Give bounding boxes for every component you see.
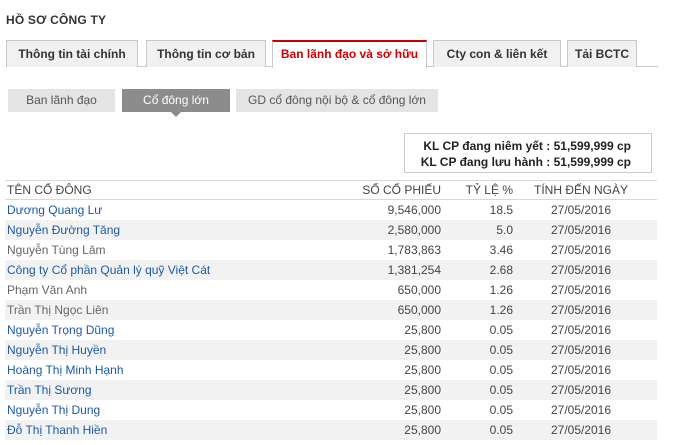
header-name: TÊN CỔ ĐÔNG <box>7 183 92 197</box>
tab-cty-con-lien-ket[interactable]: Cty con & liên kết <box>433 40 561 67</box>
share-summary-box: KL CP đang niêm yết : 51,599,999 cp KL C… <box>404 133 652 173</box>
shares-value: 1,783,863 <box>387 243 441 257</box>
shares-value: 2,580,000 <box>387 223 441 237</box>
date-value: 27/05/2016 <box>550 423 612 437</box>
subtab-co-dong-lon[interactable]: Cổ đông lớn <box>122 89 230 117</box>
table-row: Phạm Văn Anh 650,000 1.26 27/05/2016 <box>5 280 657 300</box>
pct-value: 18.5 <box>489 203 513 217</box>
table-row: Công ty Cổ phần Quản lý quỹ Việt Cát 1,38… <box>5 260 657 280</box>
shareholder-name: Trần Thị Ngọc Liên <box>7 303 109 317</box>
date-value: 27/05/2016 <box>550 343 612 357</box>
date-value: 27/05/2016 <box>550 363 612 377</box>
date-value: 27/05/2016 <box>550 403 612 417</box>
tab-ban-lanh-dao-va-so-huu[interactable]: Ban lãnh đạo và sở hữu <box>272 40 427 68</box>
date-value: 27/05/2016 <box>550 243 612 257</box>
shareholder-name[interactable]: Nguyễn Trọng Dũng <box>7 320 114 340</box>
pct-value: 0.05 <box>489 403 513 417</box>
table-row: Trần Thị Sương 25,800 0.05 27/05/2016 <box>5 380 657 400</box>
shareholder-name[interactable]: Công ty Cổ phần Quản lý quỹ Việt Cát <box>7 260 210 280</box>
shares-value: 25,800 <box>404 403 441 417</box>
table-row: Trần Thị Ngọc Liên 650,000 1.26 27/05/2016 <box>5 300 657 320</box>
shareholder-name[interactable]: Nguyễn Thị Dung <box>7 400 100 420</box>
table-row: Nguyễn Trọng Dũng 25,800 0.05 27/05/2016 <box>5 320 657 340</box>
shareholder-name[interactable]: Hoàng Thị Minh Hạnh <box>7 360 124 380</box>
pct-value: 1.26 <box>489 283 513 297</box>
shares-value: 650,000 <box>397 303 441 317</box>
pct-value: 0.05 <box>489 323 513 337</box>
pct-value: 0.05 <box>489 423 513 437</box>
shares-value: 650,000 <box>397 283 441 297</box>
date-value: 27/05/2016 <box>550 203 612 217</box>
table-row: Đỗ Thị Thanh Hiền 25,800 0.05 27/05/2016 <box>5 420 657 440</box>
pct-value: 2.68 <box>489 263 513 277</box>
subtab-gd-co-dong-noi-bo[interactable]: GD cổ đông nội bộ & cổ đông lớn <box>236 89 438 112</box>
pct-value: 5.0 <box>496 223 513 237</box>
date-value: 27/05/2016 <box>550 323 612 337</box>
shares-value: 25,800 <box>404 363 441 377</box>
shares-value: 25,800 <box>404 323 441 337</box>
table-row: Nguyễn Đường Tăng 2,580,000 5.0 27/05/2016 <box>5 220 657 240</box>
table-row: Hoàng Thị Minh Hạnh 25,800 0.05 27/05/2016 <box>5 360 657 380</box>
subtab-ban-lanh-dao[interactable]: Ban lãnh đạo <box>8 89 115 112</box>
header-date: TÍNH ĐẾN NGÀY <box>533 183 628 197</box>
date-value: 27/05/2016 <box>550 223 612 237</box>
table-row: Nguyễn Thị Dung 25,800 0.05 27/05/2016 <box>5 400 657 420</box>
date-value: 27/05/2016 <box>550 303 612 317</box>
shareholder-name[interactable]: Nguyễn Thị Huyền <box>7 340 106 360</box>
tab-thong-tin-co-ban[interactable]: Thông tin cơ bản <box>146 40 266 67</box>
shareholder-name: Nguyễn Tùng Lâm <box>7 243 106 257</box>
table-row: Nguyễn Thị Huyền 25,800 0.05 27/05/2016 <box>5 340 657 360</box>
date-value: 27/05/2016 <box>550 383 612 397</box>
table-body: Dương Quang Lư 9,546,000 18.5 27/05/2016 Ngu… <box>5 200 657 440</box>
main-tabs: Thông tin tài chính Thông tin cơ bản Ban… <box>6 40 658 68</box>
header-pct: TỶ LỆ % <box>465 183 513 197</box>
shareholder-name[interactable]: Nguyễn Đường Tăng <box>7 220 120 240</box>
date-value: 27/05/2016 <box>550 283 612 297</box>
pct-value: 3.46 <box>489 243 513 257</box>
pct-value: 0.05 <box>489 383 513 397</box>
date-value: 27/05/2016 <box>550 263 612 277</box>
shares-value: 1,381,254 <box>387 263 441 277</box>
tab-tai-bctc[interactable]: Tải BCTC <box>567 40 637 67</box>
shareholder-name[interactable]: Đỗ Thị Thanh Hiền <box>7 420 107 440</box>
major-shareholders-table: TÊN CỔ ĐÔNG SỐ CỔ PHIẾU TỶ LỆ % TÍNH ĐẾN… <box>5 180 657 440</box>
shareholder-name: Phạm Văn Anh <box>7 283 88 297</box>
shares-value: 25,800 <box>404 343 441 357</box>
shareholder-name[interactable]: Trần Thị Sương <box>7 380 92 400</box>
table-row: Dương Quang Lư 9,546,000 18.5 27/05/2016 <box>5 200 657 220</box>
pct-value: 1.26 <box>489 303 513 317</box>
shareholder-name[interactable]: Dương Quang Lư <box>7 200 102 220</box>
table-header: TÊN CỔ ĐÔNG SỐ CỔ PHIẾU TỶ LỆ % TÍNH ĐẾN… <box>5 180 657 200</box>
header-shares: SỐ CỔ PHIẾU <box>362 183 441 197</box>
outstanding-shares: KL CP đang lưu hành : 51,599,999 cp <box>420 155 631 169</box>
shares-value: 9,546,000 <box>387 203 441 217</box>
page-title: HỒ SƠ CÔNG TY <box>6 13 107 27</box>
shares-value: 25,800 <box>404 423 441 437</box>
listed-shares: KL CP đang niêm yết : 51,599,999 cp <box>423 139 631 153</box>
pct-value: 0.05 <box>489 343 513 357</box>
table-row: Nguyễn Tùng Lâm 1,783,863 3.46 27/05/2016 <box>5 240 657 260</box>
tab-thong-tin-tai-chinh[interactable]: Thông tin tài chính <box>6 40 138 67</box>
shares-value: 25,800 <box>404 383 441 397</box>
pct-value: 0.05 <box>489 363 513 377</box>
